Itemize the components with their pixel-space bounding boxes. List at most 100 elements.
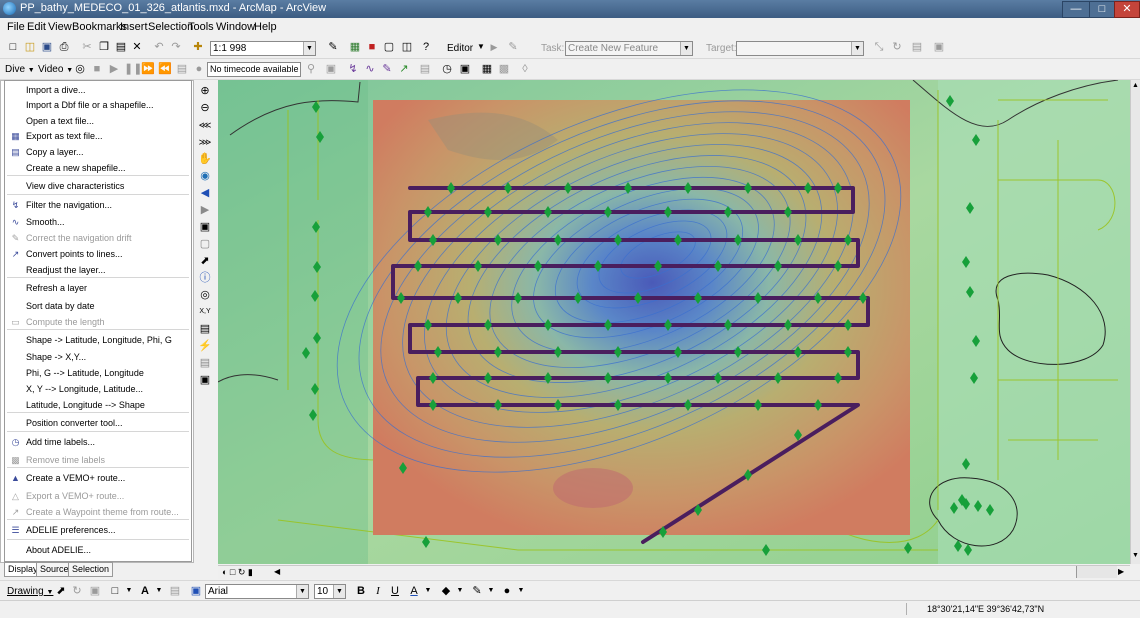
- map-canvas[interactable]: [218, 80, 1130, 564]
- attributes-icon[interactable]: ▤: [910, 40, 924, 54]
- cut-icon[interactable]: ✂: [80, 40, 94, 54]
- grid-settings-icon[interactable]: ▩: [497, 62, 511, 76]
- back-extent-icon[interactable]: ◀: [198, 186, 212, 200]
- callout-icon[interactable]: ▤: [168, 584, 182, 598]
- sketch-properties-icon[interactable]: ▣: [932, 40, 946, 54]
- rotate-tool-icon[interactable]: ↻: [890, 40, 904, 54]
- fixed-zoom-in-icon[interactable]: ⋘: [198, 118, 212, 132]
- catalog-icon[interactable]: ▦: [348, 40, 362, 54]
- play-icon[interactable]: ▶: [107, 62, 121, 76]
- scroll-down-icon[interactable]: ▼: [1132, 552, 1139, 559]
- editor-dropdown-icon[interactable]: ▼: [474, 40, 488, 54]
- chevron-down-icon[interactable]: ▼: [122, 584, 136, 598]
- menu-item-remove-time-labels[interactable]: ▩ Remove time labels: [6, 453, 190, 468]
- full-extent-globe-icon[interactable]: ◉: [198, 169, 212, 183]
- map-horizontal-scrollbar[interactable]: ◐ □ ↻ ▮ ◀ ▶: [218, 565, 1130, 579]
- save-icon[interactable]: ▣: [40, 40, 54, 54]
- editor-menu[interactable]: Editor: [447, 43, 473, 54]
- pause-icon[interactable]: ❚❚: [124, 62, 142, 76]
- map-display[interactable]: [218, 80, 1130, 564]
- menu-item-smooth[interactable]: ∿ Smooth...: [6, 215, 190, 230]
- clock-tool-icon[interactable]: ◷: [440, 62, 454, 76]
- editor-toolbar-icon[interactable]: ✎: [326, 40, 340, 54]
- zoom-out-icon[interactable]: ⊖: [198, 101, 212, 115]
- forward-extent-icon[interactable]: ▶: [198, 203, 212, 217]
- menu-item-sort-data-by-date[interactable]: Sort data by date: [6, 299, 190, 314]
- menu-item-latitude-longitude-shape[interactable]: Latitude, Longitude --> Shape: [6, 398, 190, 413]
- time-slider-icon[interactable]: ▣: [198, 373, 212, 387]
- pin-icon[interactable]: ⚲: [304, 62, 318, 76]
- sketch-tool-icon[interactable]: ✎: [506, 40, 520, 54]
- chevron-down-icon[interactable]: ▼: [303, 42, 315, 55]
- menu-item-import-a-dbf-file-or-a-shapefile[interactable]: Import a Dbf file or a shapefile...: [6, 98, 190, 113]
- pan-hand-icon[interactable]: ✋: [198, 152, 212, 166]
- menu-item-readjust-the-layer[interactable]: Readjust the layer...: [6, 263, 190, 278]
- stop-icon[interactable]: ■: [90, 62, 104, 76]
- drift-tool-icon[interactable]: ✎: [380, 62, 394, 76]
- underline-button[interactable]: U: [388, 584, 402, 598]
- print-icon[interactable]: ⎙: [57, 40, 71, 54]
- measure-icon[interactable]: ▤: [198, 322, 212, 336]
- menu-item-import-a-dive[interactable]: Import a dive...: [6, 83, 190, 98]
- select-elements-icon[interactable]: ⬈: [54, 584, 68, 598]
- maximize-button[interactable]: □: [1089, 1, 1115, 18]
- split-tool-icon[interactable]: ⤡: [872, 40, 886, 54]
- identify-icon[interactable]: ⓘ: [198, 271, 212, 285]
- grid-icon[interactable]: ▦: [480, 62, 494, 76]
- scroll-right-icon[interactable]: ▶: [1118, 567, 1124, 576]
- map-vertical-scrollbar[interactable]: ▲ ▼: [1130, 80, 1140, 564]
- delete-icon[interactable]: ✕: [130, 40, 144, 54]
- menu-tools[interactable]: Tools: [188, 21, 214, 33]
- chevron-down-icon[interactable]: ▼: [296, 585, 308, 598]
- chevron-down-icon[interactable]: ▼: [851, 42, 863, 55]
- menu-item-export-as-text-file[interactable]: ▦ Export as text file...: [6, 129, 190, 144]
- menu-insert[interactable]: Insert: [120, 21, 148, 33]
- target-combo[interactable]: ▼: [736, 41, 864, 56]
- html-popup-icon[interactable]: ▤: [198, 356, 212, 370]
- fixed-zoom-out-icon[interactable]: ⋙: [198, 135, 212, 149]
- find-binoculars-icon[interactable]: ◎: [198, 288, 212, 302]
- font-size-combo[interactable]: 10 ▼: [314, 584, 346, 599]
- minimize-button[interactable]: —: [1062, 1, 1090, 18]
- task-combo[interactable]: Create New Feature ▼: [565, 41, 693, 56]
- menu-selection[interactable]: Selection: [148, 21, 193, 33]
- menu-item-filter-the-navigation[interactable]: ↯ Filter the navigation...: [6, 198, 190, 213]
- menu-item-compute-the-length[interactable]: ▭ Compute the length: [6, 315, 190, 330]
- zoom-in-icon[interactable]: ⊕: [198, 84, 212, 98]
- zoom-whole-page-icon[interactable]: ▣: [88, 584, 102, 598]
- map-scale-combo[interactable]: 1:1 998 ▼: [210, 41, 316, 56]
- menu-item-shape-latitude-longitude-phi-g[interactable]: Shape -> Latitude, Longitude, Phi, G: [6, 333, 190, 348]
- font-color-icon[interactable]: A: [407, 584, 421, 598]
- select-features-icon[interactable]: ▣: [198, 220, 212, 234]
- model-builder-icon[interactable]: ◫: [400, 40, 414, 54]
- go-to-xy-icon[interactable]: X,Y: [198, 305, 212, 319]
- layer-tool-icon[interactable]: ▤: [418, 62, 432, 76]
- points-to-lines-tool-icon[interactable]: ↗: [397, 62, 411, 76]
- menu-view[interactable]: View: [48, 21, 72, 33]
- smooth-tool-icon[interactable]: ∿: [363, 62, 377, 76]
- chevron-down-icon[interactable]: ▼: [333, 585, 345, 598]
- menu-item-x-y-longitude-latitude[interactable]: X, Y --> Longitude, Latitude...: [6, 382, 190, 397]
- chevron-down-icon[interactable]: ▼: [680, 42, 692, 55]
- copy-icon[interactable]: ❐: [97, 40, 111, 54]
- new-document-icon[interactable]: □: [6, 40, 20, 54]
- menu-item-position-converter-tool[interactable]: Position converter tool...: [6, 416, 190, 431]
- scroll-left-icon[interactable]: ◀: [274, 567, 280, 576]
- navigation-tool-icon[interactable]: ↯: [346, 62, 360, 76]
- new-text-icon[interactable]: A: [138, 584, 152, 598]
- edit-tool-icon[interactable]: ▶: [487, 40, 501, 54]
- menu-item-create-a-waypoint-theme-from-route[interactable]: ↗ Create a Waypoint theme from route...: [6, 505, 190, 520]
- menu-item-copy-a-layer[interactable]: ▤ Copy a layer...: [6, 145, 190, 160]
- paste-icon[interactable]: ▤: [114, 40, 128, 54]
- layers-icon[interactable]: ◊: [518, 62, 532, 76]
- frame-icon[interactable]: ▤: [175, 62, 189, 76]
- chevron-down-icon[interactable]: ▼: [152, 584, 166, 598]
- menu-edit[interactable]: Edit: [27, 21, 46, 33]
- menu-item-convert-points-to-lines[interactable]: ↗ Convert points to lines...: [6, 247, 190, 262]
- font-name-combo[interactable]: Arial ▼: [205, 584, 309, 599]
- camera-icon[interactable]: ▣: [324, 62, 338, 76]
- whats-this-icon[interactable]: ?: [419, 40, 433, 54]
- rotate-icon[interactable]: ↻: [70, 584, 84, 598]
- marker-color-icon[interactable]: ●: [500, 584, 514, 598]
- close-button[interactable]: ✕: [1114, 1, 1140, 18]
